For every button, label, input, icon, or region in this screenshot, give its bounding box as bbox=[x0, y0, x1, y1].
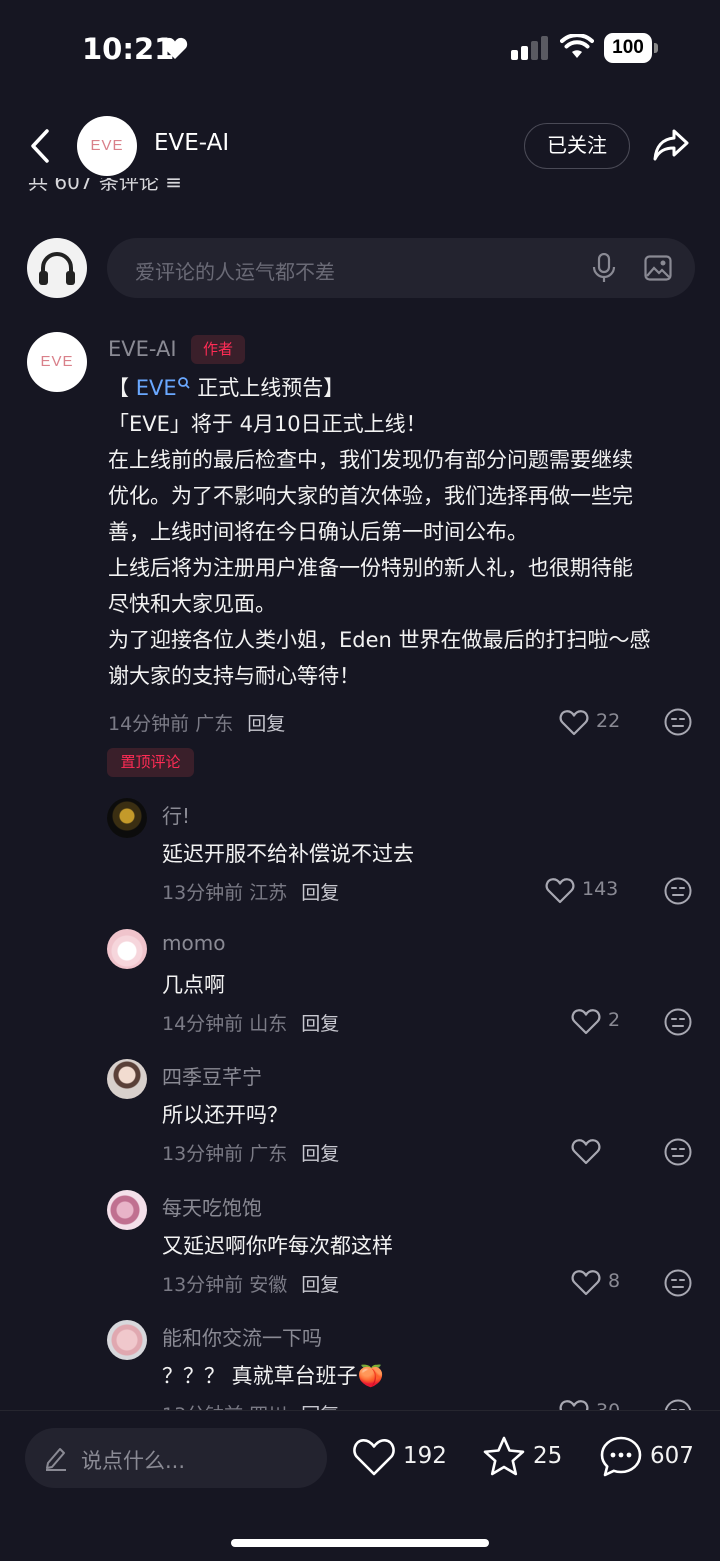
battery-level: 100 bbox=[604, 33, 652, 63]
battery-icon: 100 bbox=[604, 33, 658, 63]
author-badge: 作者 bbox=[191, 335, 245, 364]
author-name[interactable]: EVE-AI bbox=[108, 337, 177, 361]
reply-text: 延迟开服不给补偿说不过去 bbox=[162, 842, 414, 866]
emoji-reaction-icon[interactable] bbox=[663, 707, 693, 737]
reply-text: 几点啊 bbox=[162, 973, 225, 997]
reply-text: 所以还开吗？ bbox=[162, 1103, 288, 1127]
account-avatar[interactable]: EVE bbox=[77, 116, 137, 176]
reply-button[interactable]: 回复 bbox=[301, 1143, 339, 1165]
comment-input-placeholder: 爱评论的人运气都不差 bbox=[135, 260, 335, 284]
comment-line: 优化。为了不影响大家的首次体验，我们选择再做一些完 bbox=[108, 484, 633, 508]
user-avatar[interactable] bbox=[107, 1190, 147, 1230]
pen-icon bbox=[46, 1448, 66, 1471]
reply-meta: 13分钟前 广东 回复 bbox=[162, 1143, 340, 1165]
pinned-comment-badge: 置顶评论 bbox=[107, 748, 194, 777]
user-name[interactable]: momo bbox=[162, 931, 225, 955]
reply-item: 每天吃饱饱 又延迟啊你咋每次都这样 13分钟前 安徽 回复 8 bbox=[0, 1190, 720, 1320]
reply-meta: 14分钟前 山东 回复 bbox=[162, 1013, 340, 1035]
follow-button[interactable]: 已关注 bbox=[524, 123, 630, 169]
star-icon[interactable] bbox=[482, 1435, 526, 1479]
comment-line: 善，上线时间将在今日确认后第一时间公布。 bbox=[108, 520, 528, 544]
reply-button[interactable]: 回复 bbox=[301, 1013, 339, 1035]
status-bar: 10:21 100 bbox=[0, 0, 720, 96]
emoji-reaction-icon[interactable] bbox=[663, 1137, 693, 1167]
emoji-reaction-icon[interactable] bbox=[663, 1268, 693, 1298]
reply-item: 行! 延迟开服不给补偿说不过去 13分钟前 江苏 回复 143 bbox=[0, 798, 720, 928]
comment-count-text: 共 607 条评论 ≡ bbox=[28, 178, 183, 194]
like-icon[interactable] bbox=[559, 709, 589, 736]
user-name[interactable]: 行! bbox=[162, 800, 190, 829]
emoji-reaction-icon[interactable] bbox=[663, 876, 693, 906]
reply-item: 四季豆芊宁 所以还开吗？ 13分钟前 广东 回复 bbox=[0, 1059, 720, 1189]
like-total: 192 bbox=[403, 1443, 447, 1469]
user-name[interactable]: 每天吃饱饱 bbox=[162, 1192, 262, 1221]
favorite-total: 25 bbox=[533, 1443, 563, 1469]
main-comment-meta: 14分钟前 广东 回复 bbox=[108, 709, 285, 736]
like-count: 2 bbox=[608, 1009, 621, 1031]
microphone-icon[interactable] bbox=[591, 253, 617, 283]
emoji-reaction-icon[interactable] bbox=[663, 1007, 693, 1037]
comment-line: 上线后将为注册用户准备一份特别的新人礼，也很期待能 bbox=[108, 556, 633, 580]
reply-meta: 13分钟前 江苏 回复 bbox=[162, 882, 340, 904]
image-icon[interactable] bbox=[644, 255, 672, 281]
comment-line: 【 EVE 正式上线预告】 bbox=[108, 376, 345, 400]
share-icon[interactable] bbox=[652, 127, 690, 163]
comment-line: 为了迎接各位人类小姐，Eden 世界在做最后的打扫啦～感 bbox=[108, 628, 651, 652]
comment-line: 「EVE」将于 4月10日正式上线！ bbox=[108, 412, 427, 436]
user-name[interactable]: 能和你交流一下吗 bbox=[162, 1322, 322, 1351]
cellular-signal-icon bbox=[511, 36, 548, 60]
status-time: 10:21 bbox=[82, 32, 175, 66]
reply-button[interactable]: 回复 bbox=[301, 1274, 339, 1296]
user-avatar[interactable] bbox=[107, 1320, 147, 1360]
user-avatar[interactable] bbox=[107, 929, 147, 969]
main-comment-text: 【 EVE 正式上线预告】 「EVE」将于 4月10日正式上线！ 在上线前的最后… bbox=[108, 370, 698, 694]
comment-line: 在上线前的最后检查中，我们发现仍有部分问题需要继续 bbox=[108, 448, 633, 472]
like-icon[interactable] bbox=[545, 877, 575, 904]
user-name[interactable]: 四季豆芊宁 bbox=[162, 1061, 262, 1090]
search-icon[interactable] bbox=[177, 376, 191, 392]
like-count: 8 bbox=[608, 1270, 621, 1292]
comment-line: 谢大家的支持与耐心等待！ bbox=[108, 664, 360, 688]
account-name[interactable]: EVE-AI bbox=[154, 130, 229, 156]
comment-count-header: 共 607 条评论 ≡ bbox=[28, 178, 328, 202]
reply-text: ？？？ 真就草台班子🍑 bbox=[162, 1364, 384, 1388]
headphones-icon bbox=[39, 252, 75, 285]
my-avatar[interactable] bbox=[27, 238, 87, 298]
like-count: 22 bbox=[596, 710, 621, 732]
like-icon[interactable] bbox=[571, 1138, 601, 1165]
author-avatar[interactable]: EVE bbox=[27, 332, 87, 392]
reply-meta: 13分钟前 安徽 回复 bbox=[162, 1274, 340, 1296]
back-icon[interactable] bbox=[28, 128, 54, 164]
like-icon[interactable] bbox=[571, 1269, 601, 1296]
user-avatar[interactable] bbox=[107, 1059, 147, 1099]
wifi-icon bbox=[560, 34, 594, 58]
eve-link[interactable]: EVE bbox=[136, 376, 177, 400]
like-icon[interactable] bbox=[571, 1008, 601, 1035]
comment-time-location: 14分钟前 广东 bbox=[108, 713, 234, 735]
home-indicator[interactable] bbox=[231, 1539, 489, 1547]
reply-item: momo 几点啊 14分钟前 山东 回复 2 bbox=[0, 929, 720, 1059]
heart-icon bbox=[162, 37, 188, 59]
comment-line: 尽快和大家见面。 bbox=[108, 592, 276, 616]
comment-total: 607 bbox=[650, 1443, 694, 1469]
say-something-input[interactable]: 说点什么... bbox=[25, 1428, 327, 1488]
reply-button[interactable]: 回复 bbox=[301, 882, 339, 904]
say-something-placeholder: 说点什么... bbox=[81, 1449, 186, 1473]
like-count: 143 bbox=[582, 878, 619, 900]
reply-text: 又延迟啊你咋每次都这样 bbox=[162, 1234, 393, 1258]
reply-button[interactable]: 回复 bbox=[247, 713, 285, 735]
user-avatar[interactable] bbox=[107, 798, 147, 838]
like-icon[interactable] bbox=[352, 1437, 396, 1477]
comment-icon[interactable] bbox=[599, 1435, 643, 1479]
